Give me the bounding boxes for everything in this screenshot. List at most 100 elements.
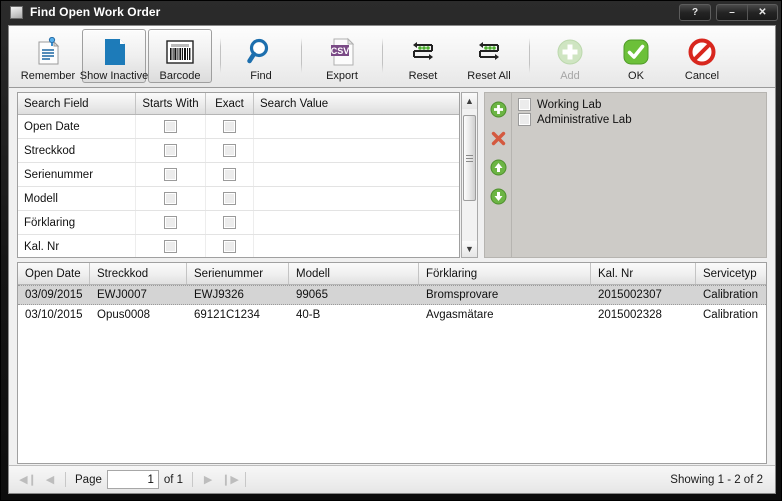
page-number-input[interactable] bbox=[106, 470, 159, 489]
working-lab-checkbox[interactable] bbox=[518, 98, 531, 111]
column-header-kal-nr[interactable]: Kal. Nr bbox=[591, 263, 696, 284]
remember-button[interactable]: Remember bbox=[16, 29, 80, 83]
export-button[interactable]: CSV Export bbox=[310, 29, 374, 83]
working-lab-label: Working Lab bbox=[537, 98, 602, 111]
toolbar: Remember Show Inactive Barcode Find CSV … bbox=[9, 26, 775, 88]
scroll-down-arrow[interactable]: ▼ bbox=[462, 241, 477, 257]
cell-forklaring: Avgasmätare bbox=[426, 309, 494, 321]
column-header-search-field[interactable]: Search Field bbox=[18, 93, 136, 114]
column-header-starts-with[interactable]: Starts With bbox=[136, 93, 206, 114]
exact-cell[interactable] bbox=[206, 163, 254, 186]
column-header-modell[interactable]: Modell bbox=[289, 263, 419, 284]
search-value-input[interactable] bbox=[254, 187, 459, 210]
search-value-input[interactable] bbox=[254, 139, 459, 162]
starts-with-checkbox[interactable] bbox=[164, 192, 177, 205]
window-icon bbox=[10, 5, 23, 19]
exact-cell[interactable] bbox=[206, 115, 254, 138]
title-bar: Find Open Work Order ? – ✕ bbox=[1, 1, 782, 23]
exact-checkbox[interactable] bbox=[223, 120, 236, 133]
cell-open-date: 03/10/2015 bbox=[25, 309, 83, 321]
search-value-input[interactable] bbox=[254, 163, 459, 186]
remember-label: Remember bbox=[20, 70, 76, 82]
lab-list-item[interactable]: Working Lab bbox=[518, 97, 766, 112]
cell-serienummer: 69121C1234 bbox=[194, 309, 260, 321]
search-field-grid: Search Field Starts With Exact Search Va… bbox=[17, 92, 460, 258]
search-value-input[interactable] bbox=[254, 235, 459, 257]
cell-streckkod: EWJ0007 bbox=[97, 289, 147, 301]
exact-checkbox[interactable] bbox=[223, 192, 236, 205]
exact-checkbox[interactable] bbox=[223, 144, 236, 157]
find-button[interactable]: Find bbox=[229, 29, 293, 83]
column-header-streckkod[interactable]: Streckkod bbox=[90, 263, 187, 284]
delete-lab-button[interactable] bbox=[490, 130, 507, 152]
column-header-serienummer[interactable]: Serienummer bbox=[187, 263, 289, 284]
exact-checkbox[interactable] bbox=[223, 216, 236, 229]
search-row-field: Modell bbox=[18, 187, 136, 210]
client-area: Remember Show Inactive Barcode Find CSV … bbox=[8, 25, 776, 494]
results-grid: Open Date Streckkod Serienummer Modell F… bbox=[17, 262, 767, 464]
barcode-button[interactable]: Barcode bbox=[148, 29, 212, 83]
first-page-button[interactable]: ◀❙ bbox=[17, 470, 39, 490]
cancel-button[interactable]: Cancel bbox=[670, 29, 734, 83]
starts-with-checkbox[interactable] bbox=[164, 120, 177, 133]
ok-button[interactable]: OK bbox=[604, 29, 668, 83]
starts-with-checkbox[interactable] bbox=[164, 240, 177, 253]
toolbar-separator bbox=[220, 38, 221, 73]
starts-with-cell[interactable] bbox=[136, 139, 206, 162]
search-row[interactable]: Förklaring bbox=[18, 211, 459, 235]
scroll-up-arrow[interactable]: ▲ bbox=[462, 93, 477, 109]
starts-with-cell[interactable] bbox=[136, 163, 206, 186]
page-label: Page bbox=[75, 473, 102, 486]
search-row[interactable]: Streckkod bbox=[18, 139, 459, 163]
exact-cell[interactable] bbox=[206, 187, 254, 210]
last-page-button[interactable]: ❙▶ bbox=[219, 470, 241, 490]
starts-with-checkbox[interactable] bbox=[164, 216, 177, 229]
starts-with-cell[interactable] bbox=[136, 211, 206, 234]
exact-cell[interactable] bbox=[206, 235, 254, 257]
starts-with-cell[interactable] bbox=[136, 115, 206, 138]
show-inactive-button[interactable]: Show Inactive bbox=[80, 29, 148, 83]
table-row[interactable]: 03/09/2015 EWJ0007 EWJ9326 99065 Bromspr… bbox=[18, 285, 766, 305]
column-header-search-value[interactable]: Search Value bbox=[254, 93, 459, 114]
table-row[interactable]: 03/10/2015 Opus0008 69121C1234 40-B Avga… bbox=[18, 305, 766, 325]
reset-all-button[interactable]: Reset All bbox=[457, 29, 521, 83]
starts-with-cell[interactable] bbox=[136, 187, 206, 210]
lab-list-item[interactable]: Administrative Lab bbox=[518, 112, 766, 127]
close-button[interactable]: ✕ bbox=[747, 5, 777, 20]
administrative-lab-checkbox[interactable] bbox=[518, 113, 531, 126]
exact-cell[interactable] bbox=[206, 139, 254, 162]
add-lab-button[interactable] bbox=[490, 101, 507, 123]
search-row[interactable]: Open Date bbox=[18, 115, 459, 139]
cell-serienummer: EWJ9326 bbox=[194, 289, 244, 301]
search-grid-vertical-scrollbar[interactable]: ▲ ▼ bbox=[461, 92, 478, 258]
help-button[interactable]: ? bbox=[680, 5, 710, 20]
toolbar-separator bbox=[529, 38, 530, 73]
search-row[interactable]: Modell bbox=[18, 187, 459, 211]
column-header-exact[interactable]: Exact bbox=[206, 93, 254, 114]
search-row[interactable]: Serienummer bbox=[18, 163, 459, 187]
cell-modell: 40-B bbox=[296, 309, 321, 321]
minimize-button[interactable]: – bbox=[717, 5, 747, 20]
starts-with-checkbox[interactable] bbox=[164, 168, 177, 181]
next-page-button[interactable]: ▶ bbox=[197, 470, 219, 490]
column-header-servicetyp[interactable]: Servicetyp bbox=[696, 263, 766, 284]
starts-with-cell[interactable] bbox=[136, 235, 206, 257]
search-value-input[interactable] bbox=[254, 115, 459, 138]
search-row-field: Förklaring bbox=[18, 211, 136, 234]
exact-checkbox[interactable] bbox=[223, 168, 236, 181]
move-down-button[interactable] bbox=[490, 188, 507, 210]
search-row[interactable]: Kal. Nr bbox=[18, 235, 459, 257]
starts-with-checkbox[interactable] bbox=[164, 144, 177, 157]
barcode-label: Barcode bbox=[159, 70, 201, 82]
add-button[interactable]: Add bbox=[538, 29, 602, 83]
move-up-button[interactable] bbox=[490, 159, 507, 181]
column-header-forklaring[interactable]: Förklaring bbox=[419, 263, 591, 284]
column-header-open-date[interactable]: Open Date bbox=[18, 263, 90, 284]
exact-cell[interactable] bbox=[206, 211, 254, 234]
search-value-input[interactable] bbox=[254, 211, 459, 234]
scrollbar-thumb[interactable] bbox=[463, 115, 476, 201]
exact-checkbox[interactable] bbox=[223, 240, 236, 253]
cell-kal-nr: 2015002307 bbox=[598, 289, 662, 301]
reset-button[interactable]: Reset bbox=[391, 29, 455, 83]
previous-page-button[interactable]: ◀ bbox=[39, 470, 61, 490]
